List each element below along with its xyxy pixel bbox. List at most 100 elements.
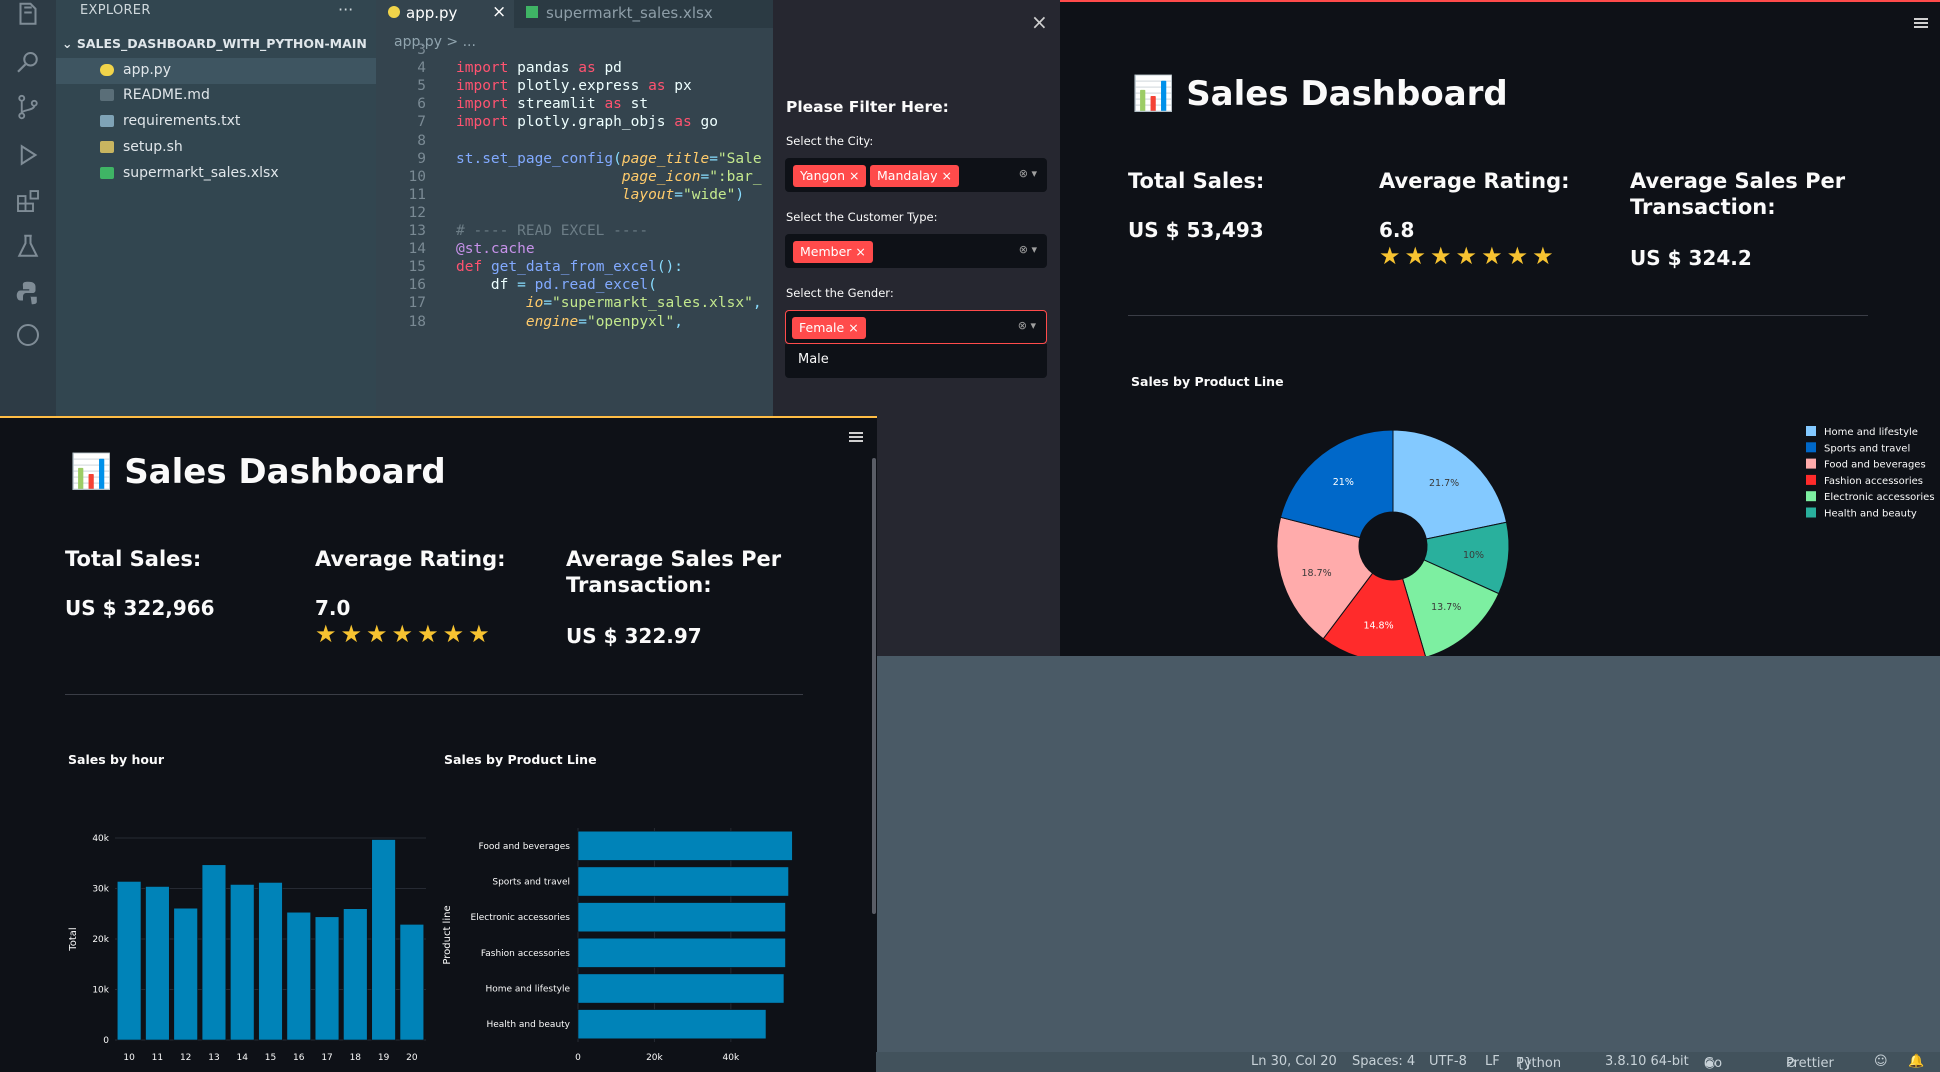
clear-dropdown-icon[interactable]: ⊗ ▾ bbox=[1019, 243, 1037, 256]
hamburger-menu-icon[interactable] bbox=[1914, 16, 1928, 30]
bar[interactable] bbox=[145, 886, 170, 1041]
bar[interactable] bbox=[577, 866, 789, 897]
line-number: 15 bbox=[408, 259, 426, 276]
bar[interactable] bbox=[343, 908, 368, 1041]
y-axis-label: Product line bbox=[442, 905, 453, 964]
line-number: 9 bbox=[417, 150, 426, 167]
code-editor[interactable]: app.py > ... 3 4 import pandas as pd 5 impor… bbox=[376, 28, 773, 420]
x-tick-label: 20 bbox=[406, 1053, 418, 1063]
gender-multiselect[interactable]: Female × ⊗ ▾ bbox=[785, 310, 1047, 344]
kpi-total-value: US $ 322,966 bbox=[65, 596, 215, 620]
bar[interactable] bbox=[258, 882, 283, 1041]
code-text: import plotly.graph_objs as go bbox=[456, 114, 718, 131]
pie-chart[interactable]: 21.7% 10% 13.7% 14.8% 18.7% 21% Home and lifes… bbox=[1250, 392, 1940, 656]
tab-app-py[interactable]: app.py × bbox=[376, 0, 514, 28]
legend-entry[interactable]: Electronic accessories bbox=[1824, 492, 1935, 503]
clear-dropdown-icon[interactable]: ⊗ ▾ bbox=[1019, 167, 1037, 180]
chip-remove-icon[interactable]: × bbox=[855, 244, 865, 259]
bar[interactable] bbox=[577, 1009, 767, 1040]
bar[interactable] bbox=[577, 973, 785, 1004]
bar[interactable] bbox=[577, 902, 786, 933]
bar[interactable] bbox=[201, 864, 227, 1041]
chip-remove-icon[interactable]: × bbox=[848, 320, 858, 335]
bar[interactable] bbox=[173, 907, 198, 1041]
legend-entry[interactable]: Sports and travel bbox=[1824, 443, 1910, 454]
bar[interactable] bbox=[230, 884, 255, 1041]
legend-swatch bbox=[1806, 507, 1816, 518]
code-line[interactable]: 18 engine="openpyxl", bbox=[376, 314, 773, 336]
encoding[interactable]: UTF-8 bbox=[1429, 1054, 1467, 1069]
sales-by-product-chart[interactable]: 0 20k 40k Product line Food and beverages Spo… bbox=[436, 798, 806, 1072]
x-tick-label: 0 bbox=[575, 1053, 581, 1063]
more-actions-button[interactable]: ··· bbox=[338, 0, 353, 19]
divider bbox=[65, 694, 803, 695]
bar[interactable] bbox=[399, 924, 425, 1041]
file-item-requirements[interactable]: requirements.txt bbox=[56, 109, 376, 135]
extensions-icon[interactable] bbox=[13, 186, 43, 216]
scrollbar[interactable] bbox=[872, 458, 876, 914]
file-item-readme[interactable]: README.md bbox=[56, 83, 376, 109]
line-ending[interactable]: LF bbox=[1485, 1054, 1500, 1069]
legend-entry[interactable]: Fashion accessories bbox=[1824, 476, 1923, 487]
line-number: 10 bbox=[408, 168, 426, 185]
close-sidebar-icon[interactable]: × bbox=[1031, 10, 1048, 34]
project-folder[interactable]: ⌄ SALES_DASHBOARD_WITH_PYTHON-MAIN bbox=[62, 36, 367, 51]
x-tick-label: 12 bbox=[180, 1053, 191, 1063]
line-number: 11 bbox=[408, 186, 426, 203]
feedback-icon[interactable]: ☺ bbox=[1874, 1054, 1888, 1069]
y-axis-label: Total bbox=[68, 927, 79, 951]
legend-entry[interactable]: Food and beverages bbox=[1824, 460, 1926, 471]
bell-icon[interactable]: 🔔 bbox=[1908, 1054, 1924, 1069]
close-icon[interactable]: × bbox=[492, 2, 506, 22]
kpi-rating-label: Average Rating: bbox=[315, 547, 506, 571]
y-tick-label: 40k bbox=[92, 834, 109, 844]
line-number: 12 bbox=[408, 204, 426, 221]
legend-entry[interactable]: Health and beauty bbox=[1824, 509, 1917, 520]
kpi-total-value: US $ 53,493 bbox=[1128, 218, 1264, 242]
pie-slice-label: 13.7% bbox=[1431, 602, 1461, 613]
indentation[interactable]: Spaces: 4 bbox=[1352, 1054, 1415, 1069]
gender-label: Select the Gender: bbox=[786, 286, 894, 300]
customer-multiselect[interactable]: Member × ⊗ ▾ bbox=[785, 234, 1047, 268]
hamburger-menu-icon[interactable] bbox=[849, 430, 863, 444]
code-text: io="supermarkt_sales.xlsx", bbox=[525, 295, 762, 312]
remote-icon[interactable] bbox=[13, 320, 43, 350]
city-multiselect[interactable]: Yangon × Mandalay × ⊗ ▾ bbox=[785, 158, 1047, 192]
chip-yangon[interactable]: Yangon × bbox=[793, 165, 867, 187]
bar[interactable] bbox=[116, 881, 142, 1041]
bar[interactable] bbox=[577, 830, 793, 861]
files-icon[interactable] bbox=[13, 0, 43, 30]
bar[interactable] bbox=[314, 916, 340, 1041]
file-item-setup[interactable]: setup.sh bbox=[56, 135, 376, 161]
explorer-header: EXPLORER bbox=[80, 3, 151, 18]
chip-remove-icon[interactable]: × bbox=[941, 168, 951, 183]
y-tick-label: 0 bbox=[103, 1036, 109, 1046]
bar[interactable] bbox=[286, 911, 311, 1041]
source-control-icon[interactable] bbox=[13, 92, 43, 122]
file-item-xlsx[interactable]: supermarkt_sales.xlsx bbox=[56, 161, 376, 187]
legend-swatch bbox=[1806, 474, 1816, 485]
bar[interactable] bbox=[577, 937, 786, 968]
line-number: 4 bbox=[417, 60, 426, 77]
run-debug-icon[interactable] bbox=[13, 140, 43, 170]
testing-icon[interactable] bbox=[13, 232, 43, 262]
option-male[interactable]: Male bbox=[798, 352, 829, 367]
bar[interactable] bbox=[371, 839, 396, 1041]
tab-supermarkt-xlsx[interactable]: supermarkt_sales.xlsx bbox=[514, 0, 734, 28]
cursor-position[interactable]: Ln 30, Col 20 bbox=[1251, 1054, 1337, 1069]
legend-entry[interactable]: Home and lifestyle bbox=[1824, 427, 1918, 438]
chip-member[interactable]: Member × bbox=[793, 241, 873, 263]
chip-remove-icon[interactable]: × bbox=[849, 168, 859, 183]
sales-by-hour-chart[interactable]: 0 10k 20k 30k 40k Total 10 11 12 13 14 15 16 17 18 19 20 bbox=[60, 798, 430, 1072]
file-item-app-py[interactable]: app.py bbox=[56, 58, 376, 84]
chip-female[interactable]: Female × bbox=[792, 317, 866, 339]
clear-dropdown-icon[interactable]: ⊗ ▾ bbox=[1018, 319, 1036, 332]
interpreter[interactable]: 3.8.10 64-bit bbox=[1605, 1054, 1689, 1069]
pie-slice-label: 14.8% bbox=[1363, 621, 1393, 632]
python-icon[interactable] bbox=[13, 278, 43, 308]
chip-mandalay[interactable]: Mandalay × bbox=[870, 165, 959, 187]
pie-slice-label: 21.7% bbox=[1429, 478, 1459, 489]
pie-slice-label: 10% bbox=[1463, 550, 1484, 561]
search-icon[interactable] bbox=[13, 48, 43, 78]
x-tick-label: 16 bbox=[293, 1053, 305, 1063]
